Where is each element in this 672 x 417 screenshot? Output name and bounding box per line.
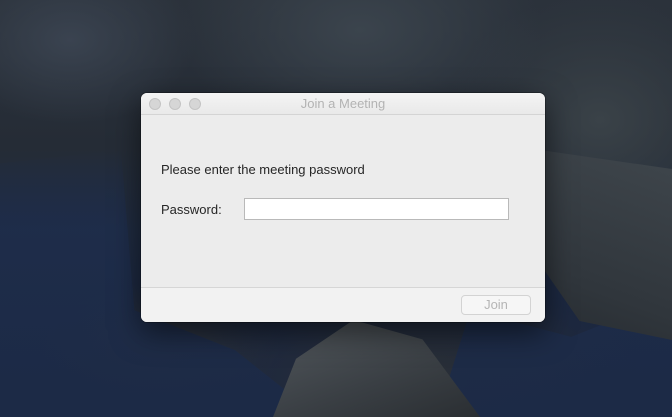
wallpaper-rock (273, 320, 480, 417)
password-prompt: Please enter the meeting password (161, 162, 365, 177)
password-label: Password: (161, 202, 222, 217)
password-field[interactable] (244, 198, 509, 220)
window-title: Join a Meeting (300, 96, 386, 111)
title-bar[interactable]: Join a Meeting (141, 93, 545, 115)
wallpaper-cliff (540, 150, 672, 340)
join-meeting-dialog: Join a Meeting Please enter the meeting … (141, 93, 545, 322)
dialog-footer: Join (141, 287, 545, 322)
join-button[interactable]: Join (461, 295, 531, 315)
